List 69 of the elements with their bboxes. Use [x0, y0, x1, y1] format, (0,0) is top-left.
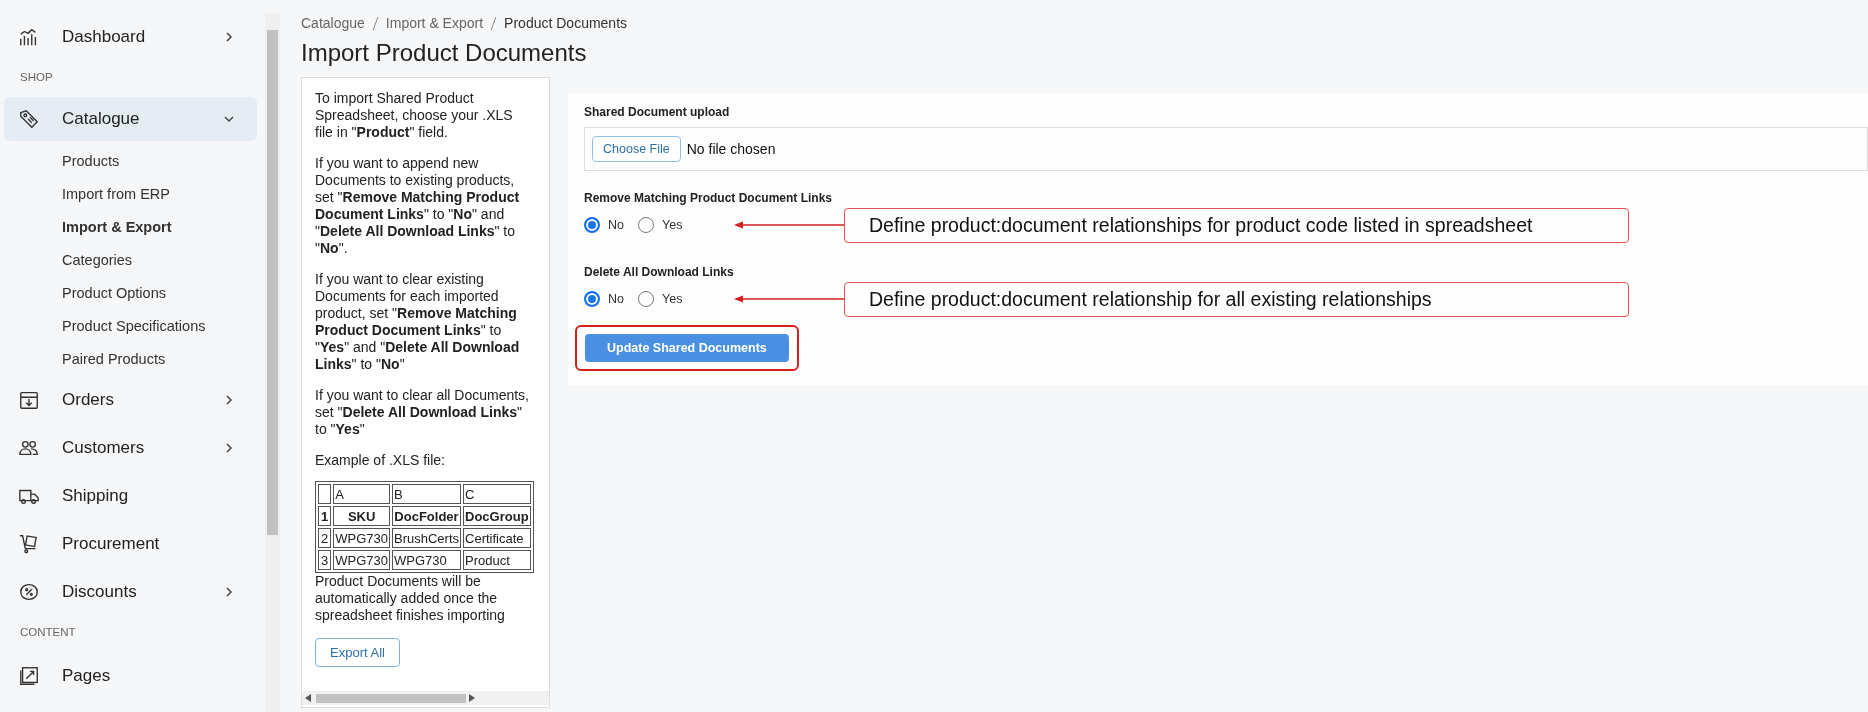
breadcrumb-current: Product Documents	[504, 15, 628, 31]
field-label: Remove Matching Product Document Links	[584, 191, 834, 205]
submenu-item[interactable]: Paired Products	[0, 343, 265, 376]
cart-icon	[18, 533, 40, 555]
submenu-item[interactable]: Product Specifications	[0, 310, 265, 343]
help-text: Example of .XLS file:	[315, 452, 446, 469]
nav-item[interactable]: Pages	[4, 652, 257, 700]
box-icon	[18, 389, 40, 411]
annotation-callout: Define product:document relationship for all existing relationships	[844, 281, 1629, 317]
table-header-cell: DocGroup	[463, 506, 531, 526]
file-status: No file chosen	[686, 141, 776, 157]
radio-option[interactable]: No	[584, 217, 624, 233]
submenu-item[interactable]: Categories	[0, 244, 265, 277]
table-header-cell: SKU	[333, 506, 390, 526]
scrollbar[interactable]	[302, 691, 549, 705]
annotation-callout: Define product:document relationships for product code listed in spreadsheet	[844, 207, 1629, 243]
chevron-icon	[223, 586, 235, 598]
column-header: B	[392, 484, 461, 504]
table-cell: WPG730	[333, 550, 390, 570]
table-cell: WPG730	[333, 528, 390, 548]
nav-item[interactable]: Shipping	[4, 472, 257, 520]
chevron-icon	[223, 394, 235, 406]
nav-item[interactable]: Catalogue	[4, 97, 257, 141]
column-header: A	[333, 484, 390, 504]
chevron-icon	[223, 31, 235, 43]
export-all-button[interactable]: Export All	[315, 638, 400, 667]
nav-item[interactable]: Procurement	[4, 520, 257, 568]
submenu-item[interactable]: Product Options	[0, 277, 265, 310]
pages-icon	[18, 665, 40, 687]
help-text: If you want to clear all Documents, set "Delete All Download Links" to "Yes"	[315, 387, 530, 438]
nav-item[interactable]: Customers	[4, 424, 257, 472]
nav-item[interactable]: Dashboard	[4, 13, 257, 61]
help-text: If you want to append new Documents to existing products, set "Remove Matching Product Document Links" to "No" and "Delete All Download Links" to "No".	[315, 155, 521, 257]
breadcrumb-link[interactable]: Catalogue	[301, 15, 365, 31]
field-label: Shared Document upload	[584, 105, 731, 119]
field-label: Delete All Download Links	[584, 265, 735, 279]
nav-item[interactable]: Discounts	[4, 568, 257, 616]
file-upload-field[interactable]: Choose File No file chosen	[584, 127, 1868, 171]
radio-option[interactable]: Yes	[638, 217, 683, 233]
column-header: C	[463, 484, 531, 504]
nav-item[interactable]: Orders	[4, 376, 257, 424]
discount-icon	[18, 581, 40, 603]
scroll-right-icon[interactable]	[469, 694, 475, 702]
submenu-item[interactable]: Products	[0, 145, 265, 178]
tag-icon	[18, 108, 40, 130]
chevron-icon	[223, 113, 235, 125]
choose-file-button[interactable]: Choose File	[592, 136, 681, 162]
table-cell: BrushCerts	[392, 528, 461, 548]
row-number: 1	[318, 506, 332, 526]
radio-option[interactable]: Yes	[638, 291, 683, 307]
section-label: CONTENT	[19, 625, 77, 640]
breadcrumb-link[interactable]: Import & Export	[385, 15, 484, 31]
scroll-left-icon[interactable]	[305, 694, 311, 702]
submenu-item[interactable]: Import from ERP	[0, 178, 265, 211]
chevron-icon	[223, 442, 235, 454]
table-cell: WPG730	[392, 550, 461, 570]
help-note: Product Documents will be automatically added once the spreadsheet finishes importing	[315, 573, 506, 624]
scrollbar[interactable]	[265, 13, 280, 712]
radio-option[interactable]: No	[584, 291, 624, 307]
page-title: Import Product Documents	[301, 39, 588, 67]
section-label: SHOP	[19, 70, 54, 85]
submenu-item[interactable]: Import & Export	[0, 211, 265, 244]
table-cell: Product	[463, 550, 531, 570]
row-number: 3	[318, 550, 332, 570]
table-cell: Certificate	[463, 528, 531, 548]
row-number: 2	[318, 528, 332, 548]
help-text: If you want to clear existing Documents for each imported product, set "Remove Matching Product Document Links" to "Yes" and "Delete All Download Links" to "No"	[315, 271, 521, 373]
help-text: To import Shared Product Spreadsheet, choose your .XLS file in "Product" field.	[315, 90, 514, 141]
table-header-cell: DocFolder	[392, 506, 461, 526]
